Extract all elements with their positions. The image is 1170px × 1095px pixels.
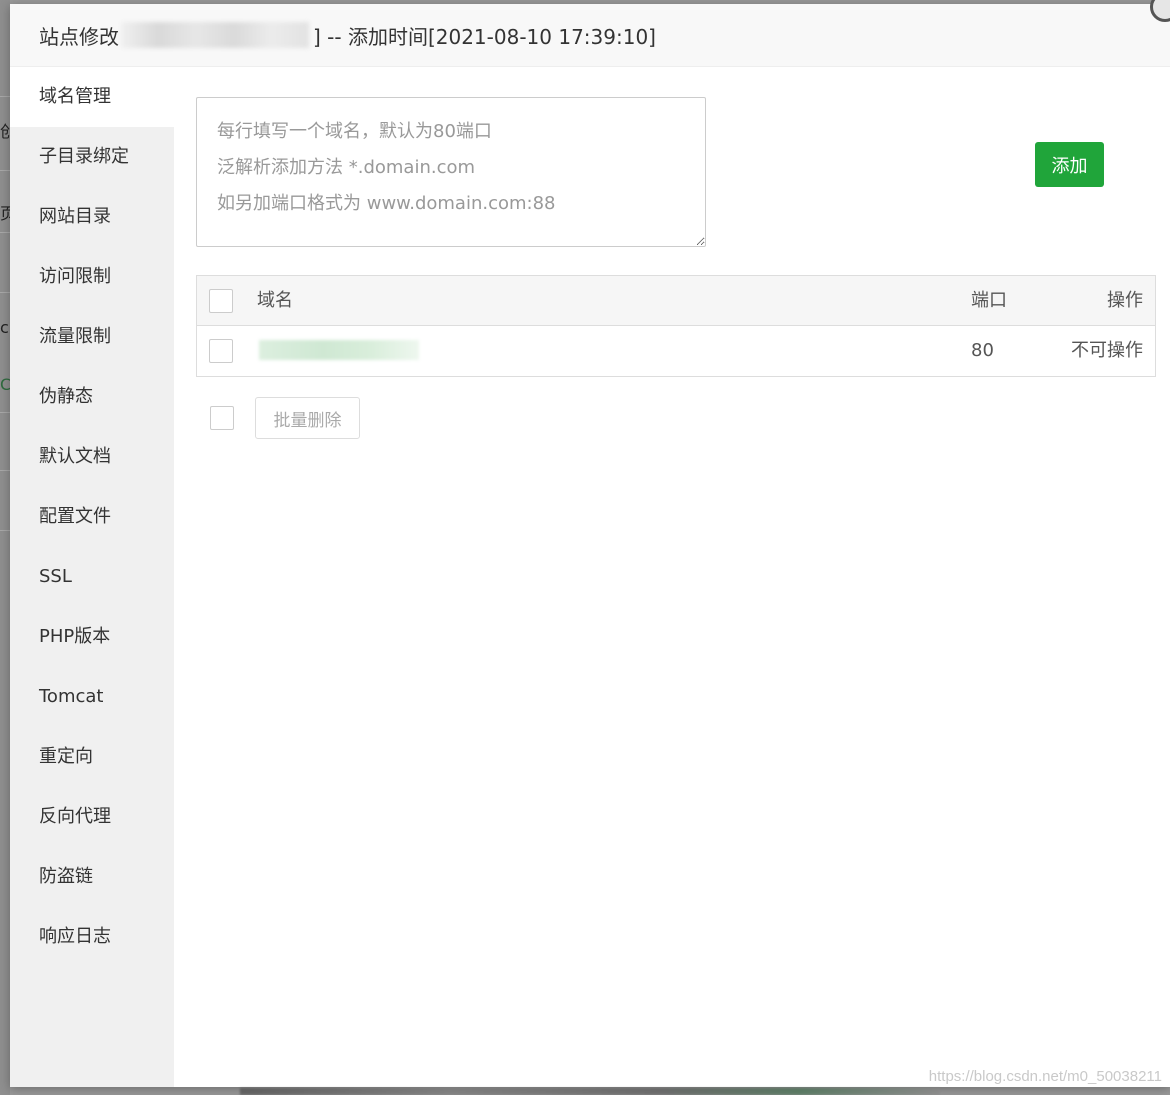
background-footer-text [240,1088,940,1095]
sidebar-item-response-log[interactable]: 响应日志 [10,907,174,967]
sidebar-item-access-limit[interactable]: 访问限制 [10,247,174,307]
sidebar-item-traffic-limit[interactable]: 流量限制 [10,307,174,367]
domain-table: 域名 端口 操作 80 不可操作 [196,275,1156,377]
background-divider [0,470,10,471]
dialog-title: 站点修改 ] -- 添加时间[2021-08-10 17:39:10] [10,4,1170,67]
select-all-checkbox[interactable] [209,289,233,313]
table-header-row: 域名 端口 操作 [197,276,1155,326]
background-text: 页 [0,204,10,223]
background-divider [0,96,10,97]
sidebar-item-domain-management[interactable]: 域名管理 [10,67,174,127]
sidebar-item-tomcat[interactable]: Tomcat [10,667,174,727]
sidebar-item-hotlink-protection[interactable]: 防盗链 [10,847,174,907]
dialog-title-prefix: 站点修改 [39,24,119,49]
background-text: Ca [0,375,10,394]
bulk-select-checkbox[interactable] [210,406,234,430]
sidebar-item-php-version[interactable]: PHP版本 [10,607,174,667]
background-divider [0,292,10,293]
background-divider [0,170,10,171]
sidebar-item-site-directory[interactable]: 网站目录 [10,187,174,247]
sidebar-item-config-file[interactable]: 配置文件 [10,487,174,547]
background-text: 创 [0,122,10,141]
watermark: https://blog.csdn.net/m0_50038211 [928,1068,1162,1085]
sidebar-item-subdirectory-binding[interactable]: 子目录绑定 [10,127,174,187]
background-divider [0,232,10,233]
background-divider [0,412,10,413]
redacted-site-name [121,22,309,48]
dialog-title-suffix: ] -- 添加时间[2021-08-10 17:39:10] [313,24,656,49]
sidebar-item-reverse-proxy[interactable]: 反向代理 [10,787,174,847]
row-checkbox[interactable] [209,339,233,363]
sidebar-item-redirect[interactable]: 重定向 [10,727,174,787]
sidebar-item-ssl[interactable]: SSL [10,547,174,607]
sidebar-item-url-rewrite[interactable]: 伪静态 [10,367,174,427]
domain-management-panel: 添加 域名 端口 操作 80 不可操作 批量删除 [174,67,1170,1087]
background-page: 创 页 c Ca [0,0,10,1095]
add-domain-button[interactable]: 添加 [1035,142,1104,187]
background-divider [0,530,10,531]
background-text: c [0,318,9,337]
row-port: 80 [971,340,994,361]
column-header-domain: 域名 [257,290,293,311]
bulk-delete-button[interactable]: 批量删除 [255,397,360,439]
column-header-port: 端口 [971,290,1007,311]
sidebar-item-default-document[interactable]: 默认文档 [10,427,174,487]
column-header-action: 操作 [1107,290,1143,311]
domain-input[interactable] [196,97,706,247]
row-action: 不可操作 [1071,340,1143,361]
redacted-domain-name [259,340,419,360]
site-edit-dialog: 站点修改 ] -- 添加时间[2021-08-10 17:39:10] 域名管理… [10,0,1170,1087]
table-row: 80 不可操作 [197,326,1155,376]
sidebar: 域名管理 子目录绑定 网站目录 访问限制 流量限制 伪静态 默认文档 配置文件 … [10,67,174,1087]
